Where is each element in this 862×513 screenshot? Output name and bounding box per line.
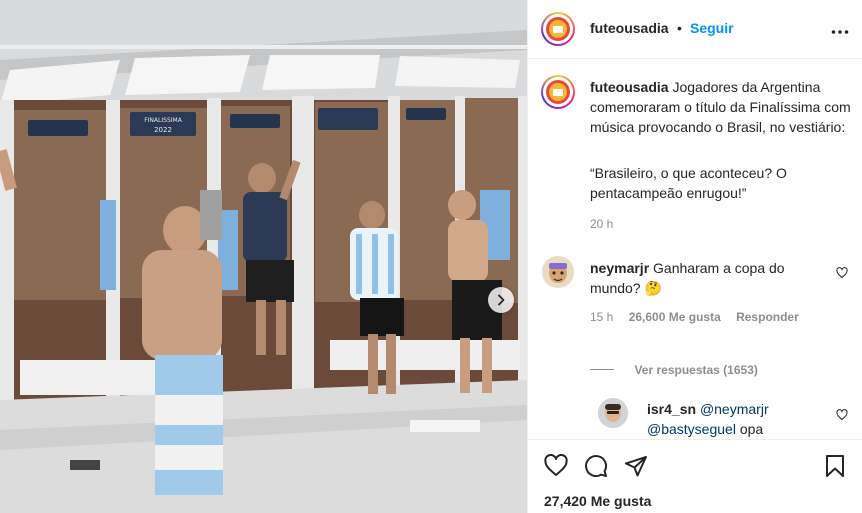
post-media[interactable]: FINALISSIMA 2022 <box>0 0 527 513</box>
reply-block: isr4_sn @neymarjr @bastyseguel opa <box>647 399 827 439</box>
comment-block: neymarjr Ganharam a copa do mundo? 🤔 <box>590 258 838 298</box>
comment-like-button[interactable] <box>836 266 848 284</box>
header-separator: • <box>677 20 682 36</box>
comment-time[interactable]: 15 h <box>590 310 613 324</box>
comments-list[interactable]: futeousadia Jogadores da Argentina comem… <box>528 59 862 439</box>
heart-icon <box>544 453 568 476</box>
post-header: futeousadia • Seguir <box>528 0 862 59</box>
follow-button[interactable]: Seguir <box>690 20 734 36</box>
likes-count[interactable]: 27,420 Me gusta <box>544 493 651 509</box>
like-button[interactable] <box>544 453 568 483</box>
caption-block: futeousadia Jogadores da Argentina comem… <box>590 77 852 137</box>
futeousadia-logo <box>546 80 570 104</box>
view-replies-button[interactable]: Ver respuestas (1653) <box>590 361 758 377</box>
reply-mention-1[interactable]: @neymarjr <box>700 401 769 417</box>
comment-meta: 15 h 26,600 Me gusta Responder <box>590 310 799 324</box>
heart-icon <box>836 267 848 279</box>
more-options-button[interactable] <box>831 22 849 40</box>
caption-avatar[interactable] <box>541 75 575 109</box>
bookmark-icon <box>826 455 844 477</box>
replies-divider-line <box>590 369 614 371</box>
author-username[interactable]: futeousadia <box>590 20 669 36</box>
reply-avatar[interactable] <box>598 398 628 428</box>
post-details-panel: futeousadia • Seguir futeousadia Jogador… <box>527 0 862 513</box>
banner-year: 2022 <box>154 126 172 134</box>
reply-like-button[interactable] <box>836 408 848 426</box>
chevron-right-icon <box>498 294 505 306</box>
share-button[interactable] <box>624 454 648 483</box>
futeousadia-logo <box>546 17 570 41</box>
caption-username[interactable]: futeousadia <box>590 79 669 95</box>
locker-room-video-frame: FINALISSIMA 2022 <box>0 0 527 513</box>
reply-mention-2[interactable]: @bastyseguel <box>647 421 736 437</box>
comment-likes[interactable]: 26,600 Me gusta <box>629 310 721 324</box>
caption-quote: “Brasileiro, o que aconteceu? O pentacam… <box>590 165 787 201</box>
user-photo-image <box>598 398 628 428</box>
reply-text: opa <box>739 421 764 437</box>
save-button[interactable] <box>824 454 846 483</box>
comment-username[interactable]: neymarjr <box>590 260 649 276</box>
cartoon-avatar-image <box>542 256 574 288</box>
share-icon <box>625 456 647 477</box>
next-media-button[interactable] <box>488 287 514 313</box>
comment-button[interactable] <box>584 454 608 483</box>
banner-label: FINALISSIMA <box>144 117 182 124</box>
caption-time[interactable]: 20 h <box>590 217 613 231</box>
more-horizontal-icon <box>831 30 849 34</box>
commenter-avatar[interactable] <box>542 256 574 288</box>
reply-button[interactable]: Responder <box>736 310 799 324</box>
post-actions: 27,420 Me gusta <box>528 439 862 513</box>
view-replies-label: Ver respuestas (1653) <box>634 363 758 377</box>
author-avatar[interactable] <box>541 12 575 46</box>
comment-icon <box>585 455 608 478</box>
heart-icon <box>836 409 848 421</box>
reply-username[interactable]: isr4_sn <box>647 401 696 417</box>
